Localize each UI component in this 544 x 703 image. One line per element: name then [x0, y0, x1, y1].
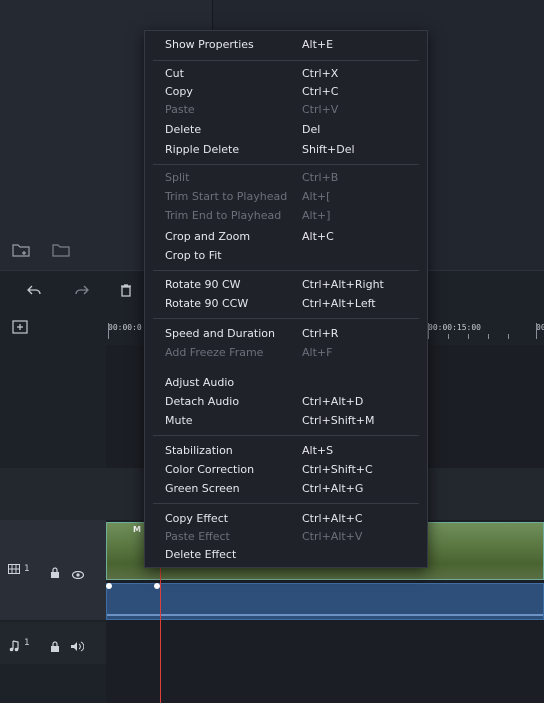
ruler-tick [448, 334, 449, 339]
menu-item-color-correction[interactable]: Color Correction Ctrl+Shift+C [165, 461, 420, 479]
menu-item-ripple-delete[interactable]: Ripple Delete Shift+Del [165, 141, 420, 159]
redo-icon[interactable] [74, 282, 90, 298]
time-label-15s: 00:00:15:00 [428, 323, 481, 332]
video-track-header: 1 [0, 520, 106, 620]
menu-item-paste[interactable]: Paste Ctrl+V [165, 101, 420, 119]
folder-icon[interactable] [52, 242, 70, 258]
menu-item-delete[interactable]: Delete Del [165, 121, 420, 139]
audio-waveform [107, 614, 543, 616]
menu-item-detach-audio[interactable]: Detach Audio Ctrl+Alt+D [165, 393, 420, 411]
menu-separator [153, 435, 419, 436]
music-note-icon [9, 637, 19, 656]
ruler-tick [488, 334, 489, 339]
ruler-tick [468, 334, 469, 339]
ruler-tick [108, 323, 109, 339]
audio-track-header: 1 [0, 622, 106, 664]
menu-item-crop-fit[interactable]: Crop to Fit [165, 247, 420, 265]
add-track-icon[interactable] [12, 319, 28, 334]
delete-icon[interactable] [118, 282, 134, 298]
time-label-start: 00:00:0 [108, 323, 142, 332]
time-label-end: 00 [536, 323, 544, 332]
menu-item-split[interactable]: Split Ctrl+B [165, 169, 420, 187]
menu-separator [153, 164, 419, 165]
audio-track-number: 1 [24, 638, 30, 648]
ruler-tick [536, 323, 537, 339]
speaker-icon[interactable] [70, 637, 85, 656]
menu-item-adjust-audio[interactable]: Adjust Audio [165, 374, 420, 392]
menu-item-speed[interactable]: Speed and Duration Ctrl+R [165, 325, 420, 343]
video-track-icon [8, 564, 20, 577]
menu-item-copy-effect[interactable]: Copy Effect Ctrl+Alt+C [165, 510, 420, 528]
menu-item-green-screen[interactable]: Green Screen Ctrl+Alt+G [165, 480, 420, 498]
lock-icon[interactable] [50, 637, 60, 656]
menu-item-copy[interactable]: Copy Ctrl+C [165, 83, 420, 101]
menu-item-rotate-ccw[interactable]: Rotate 90 CCW Ctrl+Alt+Left [165, 295, 420, 313]
menu-item-cut[interactable]: Cut Ctrl+X [165, 65, 420, 83]
menu-item-freeze[interactable]: Add Freeze Frame Alt+F [165, 344, 420, 362]
menu-separator [153, 60, 419, 61]
menu-item-show-properties[interactable]: Show Properties Alt+E [165, 36, 420, 54]
menu-separator [153, 318, 419, 319]
menu-item-crop-zoom[interactable]: Crop and Zoom Alt+C [165, 228, 420, 246]
menu-item-mute[interactable]: Mute Ctrl+Shift+M [165, 412, 420, 430]
menu-item-stabilization[interactable]: Stabilization Alt+S [165, 442, 420, 460]
menu-item-trim-start[interactable]: Trim Start to Playhead Alt+[ [165, 188, 420, 206]
new-folder-icon[interactable] [12, 242, 30, 258]
menu-item-trim-end[interactable]: Trim End to Playhead Alt+] [165, 207, 420, 225]
menu-item-paste-effect[interactable]: Paste Effect Ctrl+Alt+V [165, 528, 420, 546]
clip-label: M [133, 525, 141, 534]
clip-handle-left[interactable] [106, 583, 112, 589]
lock-icon[interactable] [50, 563, 60, 582]
video-track-number: 1 [24, 564, 30, 574]
ruler-tick [428, 323, 429, 339]
eye-icon[interactable] [71, 564, 85, 583]
context-menu: Show Properties Alt+E Cut Ctrl+X Copy Ct… [144, 30, 428, 568]
menu-separator [153, 503, 419, 504]
audio-clip[interactable] [106, 583, 544, 620]
menu-item-rotate-cw[interactable]: Rotate 90 CW Ctrl+Alt+Right [165, 276, 420, 294]
undo-icon[interactable] [26, 282, 42, 298]
menu-separator [153, 270, 419, 271]
menu-item-delete-effect[interactable]: Delete Effect [165, 546, 420, 564]
ruler-tick [508, 334, 509, 339]
